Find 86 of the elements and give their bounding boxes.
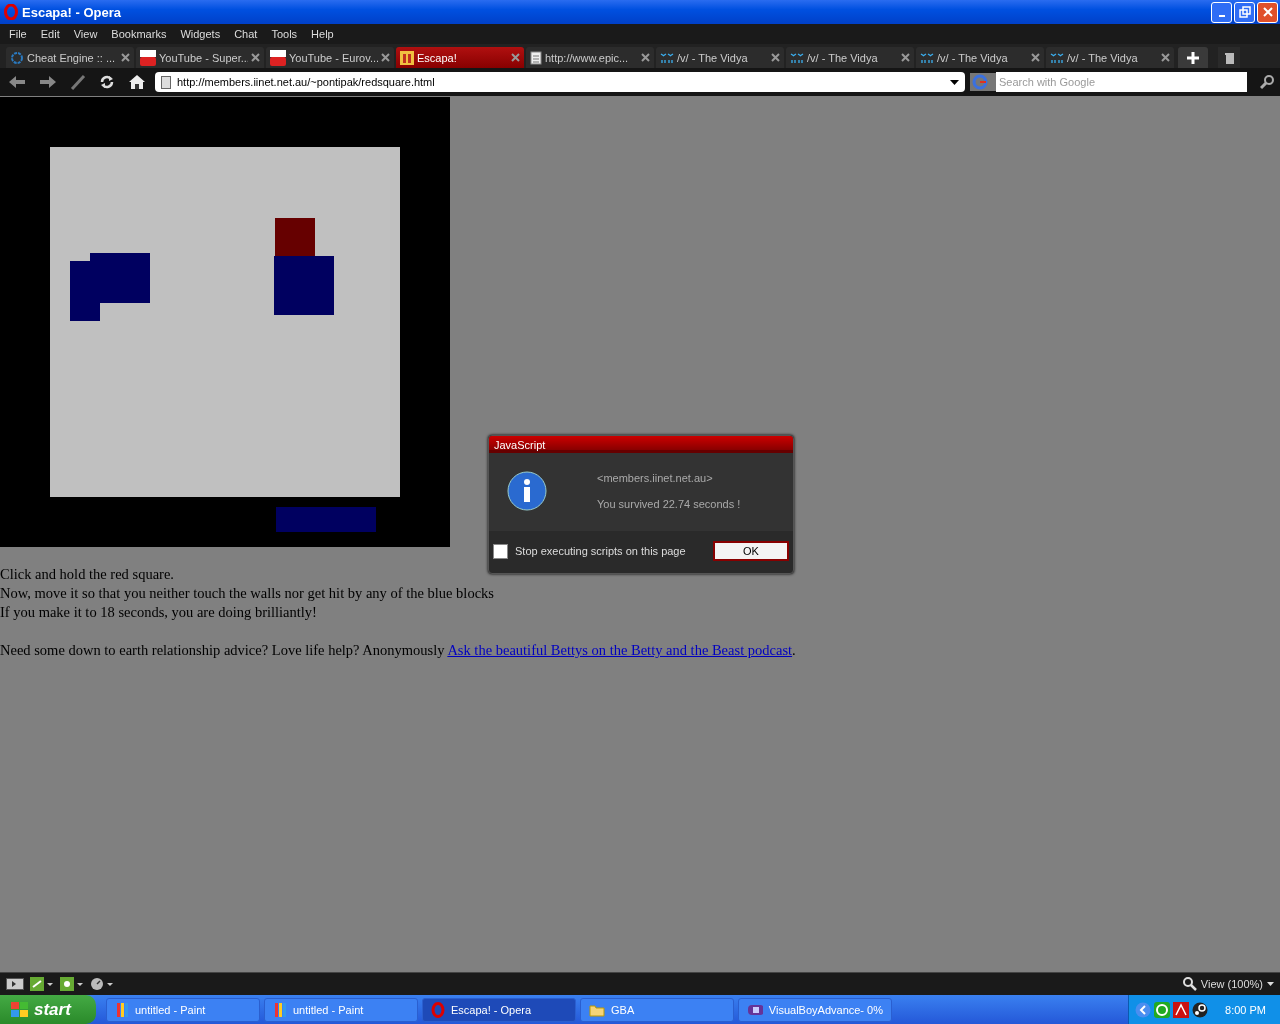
restore-button[interactable] — [1234, 1, 1255, 23]
new-tab-button[interactable] — [1178, 47, 1208, 68]
browser-tab[interactable]: YouTube - Super... — [136, 47, 264, 68]
magnifier-icon — [1182, 977, 1197, 991]
menu-item[interactable]: Bookmarks — [104, 28, 174, 40]
caret-icon — [1267, 982, 1274, 986]
dots-icon — [1050, 51, 1064, 64]
back-icon[interactable] — [8, 75, 26, 89]
dropdown-icon[interactable] — [950, 79, 959, 85]
menu-item[interactable]: Widgets — [173, 28, 228, 40]
browser-tab[interactable]: /v/ - The Vidya — [656, 47, 784, 68]
pencil-icon[interactable] — [70, 74, 86, 90]
menu-item[interactable]: Help — [304, 28, 341, 40]
paint-icon — [115, 1001, 129, 1018]
checkbox[interactable] — [493, 543, 508, 559]
opera-logo-icon — [4, 4, 18, 20]
enemy-block — [274, 256, 334, 315]
close-icon[interactable] — [251, 53, 260, 62]
menu-item[interactable]: File — [2, 28, 34, 40]
browser-tab[interactable]: YouTube - Eurov... — [266, 47, 394, 68]
document-icon — [161, 75, 171, 89]
search-icon[interactable] — [1260, 74, 1276, 90]
taskbar-button[interactable]: untitled - Paint — [106, 997, 260, 1022]
browser-tab[interactable]: /v/ - The Vidya — [916, 47, 1044, 68]
ring-icon — [10, 50, 24, 65]
close-icon[interactable] — [641, 53, 650, 62]
zoom-control[interactable]: View (100%) — [1182, 977, 1274, 991]
page-bars-icon — [400, 50, 414, 65]
close-icon — [1261, 6, 1274, 18]
panel-toggle-icon[interactable] — [6, 978, 24, 990]
trash-button[interactable] — [1218, 47, 1240, 68]
speedometer-icon[interactable] — [90, 977, 114, 991]
browser-tab[interactable]: Cheat Engine :: ... — [6, 47, 134, 68]
close-icon[interactable] — [121, 53, 130, 62]
document-icon — [530, 50, 542, 65]
browser-tab[interactable]: /v/ - The Vidya — [1046, 47, 1174, 68]
ok-button[interactable]: OK — [713, 541, 789, 561]
browser-tab[interactable]: http://www.epic... — [526, 47, 654, 68]
instruction-text: Now, move it so that you neither touch the walls nor get hit by any of the blue blocks — [0, 584, 495, 603]
instruction-text: If you make it to 18 seconds, you are doing brilliantly! — [0, 603, 318, 622]
plus-icon — [1186, 50, 1200, 65]
taskbar-button[interactable]: GBA — [580, 997, 734, 1022]
close-icon[interactable] — [901, 53, 910, 62]
menu-item[interactable]: View — [66, 28, 105, 40]
menu-item[interactable]: Edit — [33, 28, 67, 40]
window-title: Escapa! - Opera — [22, 4, 122, 20]
home-icon[interactable] — [128, 74, 146, 90]
dots-icon — [660, 51, 674, 64]
minimize-button[interactable] — [1211, 1, 1232, 23]
menu-item[interactable]: Tools — [264, 28, 305, 40]
windows-logo-icon — [10, 1000, 30, 1019]
dots-icon — [920, 51, 934, 64]
opera-icon — [431, 1001, 445, 1018]
gamepad-icon — [747, 1003, 763, 1016]
advice-text: Need some down to earth relationship advice? Love life help? Anonymously Ask the beautiful Bettys on the Betty and the Beast podcast. — [0, 641, 797, 660]
minimize-icon — [1218, 15, 1225, 17]
close-icon[interactable] — [511, 53, 520, 62]
dialog-title: JavaScript — [489, 436, 793, 453]
address-field[interactable]: http://members.iinet.net.au/~pontipak/redsquare.html — [155, 72, 965, 92]
dialog-origin: <members.iinet.net.au> — [597, 471, 714, 486]
restore-icon — [1238, 6, 1251, 18]
taskbar-button[interactable]: untitled - Paint — [264, 997, 418, 1022]
dots-icon — [790, 51, 804, 64]
close-icon[interactable] — [1031, 53, 1040, 62]
close-icon[interactable] — [1161, 53, 1170, 62]
browser-tab[interactable]: Escapa! — [396, 47, 524, 68]
start-button[interactable]: start — [0, 995, 96, 1024]
info-icon — [507, 471, 547, 511]
dialog-message: You survived 22.74 seconds ! — [597, 497, 741, 512]
taskbar-button[interactable]: Escapa! - Opera — [422, 997, 576, 1022]
taskbar-button[interactable]: VisualBoyAdvance- 0% — [738, 997, 892, 1022]
browser-tab[interactable]: /v/ - The Vidya — [786, 47, 914, 68]
search-field[interactable]: Search with Google — [996, 72, 1247, 92]
trash-icon — [1224, 50, 1234, 65]
paint-icon — [273, 1001, 287, 1018]
close-icon[interactable] — [771, 53, 780, 62]
folder-icon — [589, 1002, 605, 1017]
reload-icon[interactable] — [99, 74, 115, 90]
close-button[interactable] — [1257, 1, 1278, 23]
close-icon[interactable] — [381, 53, 390, 62]
forward-icon[interactable] — [39, 75, 57, 89]
menu-item[interactable]: Chat — [227, 28, 265, 40]
checkbox-label: Stop executing scripts on this page — [515, 545, 687, 557]
clock: 8:00 PM — [1225, 1003, 1266, 1016]
instruction-text: Click and hold the red square. — [0, 565, 175, 584]
chevron-icon[interactable] — [1135, 1001, 1152, 1018]
